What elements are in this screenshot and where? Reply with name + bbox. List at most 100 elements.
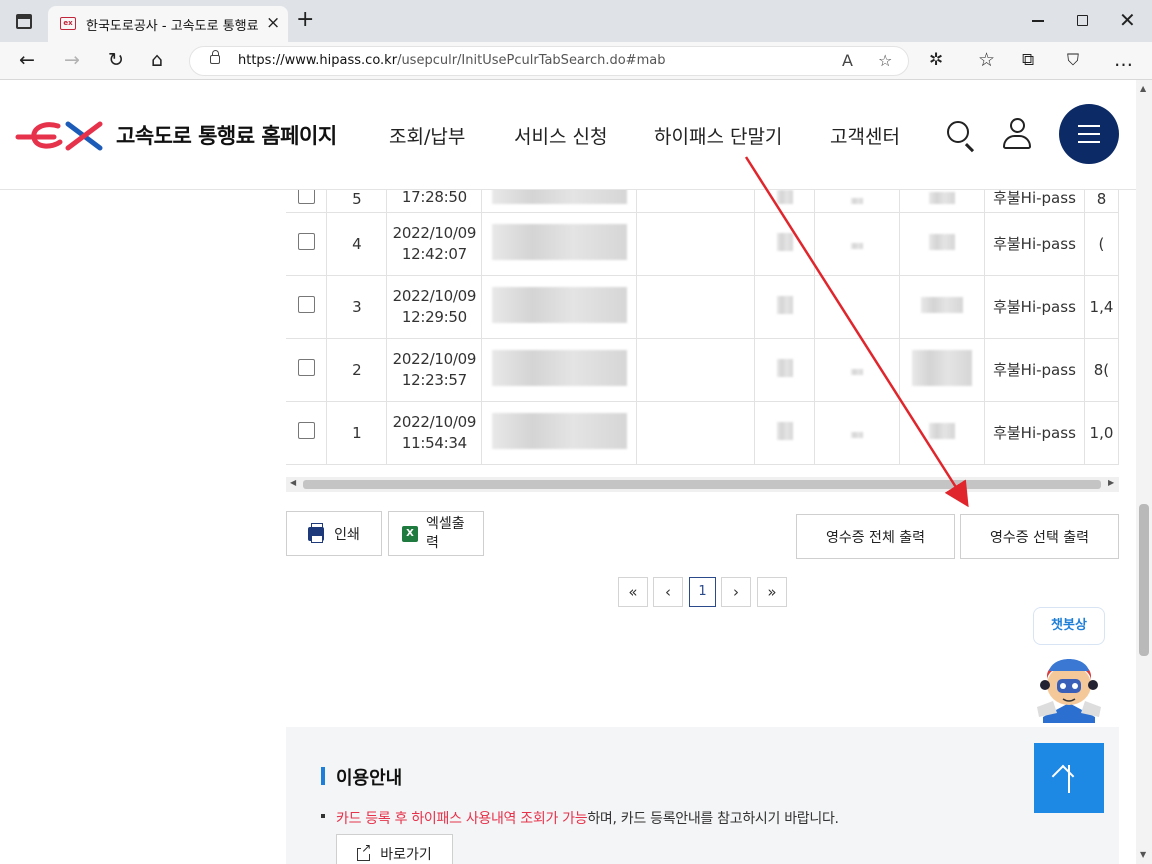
redacted-cell	[929, 191, 956, 204]
redacted-cell	[851, 197, 864, 204]
collections-icon[interactable]: ⧉	[1022, 49, 1034, 71]
redacted-cell	[491, 349, 627, 386]
row-number: 4	[326, 212, 388, 276]
search-icon[interactable]	[947, 121, 969, 143]
row-payment-type: 후불Hi-pass	[984, 401, 1085, 465]
pagination-next-button[interactable]: ›	[721, 577, 751, 607]
more-options-icon[interactable]: …	[1114, 49, 1133, 71]
row-payment-type: 후불Hi-pass	[984, 338, 1085, 402]
row-number: 1	[326, 401, 388, 465]
table-row[interactable]: 5 17:28:50 후불Hi-pass 8	[286, 190, 1119, 213]
new-tab-icon[interactable]: +	[296, 9, 314, 31]
chatbot-mascot-icon[interactable]	[1033, 655, 1105, 723]
row-time: 12:42:07	[401, 244, 467, 263]
receipt-print-all-label: 영수증 전체 출력	[825, 529, 926, 546]
row-amount: 8	[1084, 190, 1119, 213]
redacted-cell	[851, 431, 864, 438]
scroll-to-top-button[interactable]	[1034, 743, 1104, 813]
row-checkbox[interactable]	[297, 422, 315, 439]
excel-export-button[interactable]: X 엑셀출력	[388, 511, 484, 556]
row-amount: 1,0	[1084, 401, 1119, 465]
receipt-print-selected-button[interactable]: 영수증 선택 출력	[960, 514, 1119, 559]
home-icon[interactable]: ⌂	[151, 49, 163, 71]
shield-extension-icon[interactable]: ⛉	[1067, 49, 1079, 71]
row-checkbox[interactable]	[297, 190, 315, 204]
redacted-cell	[776, 358, 793, 377]
browser-titlebar: ex 한국도로공사 - 고속도로 통행료 × + ✕	[0, 0, 1152, 42]
maximize-icon[interactable]	[1077, 15, 1088, 26]
nav-inquiry-payment[interactable]: 조회/납부	[389, 122, 465, 149]
redacted-cell	[776, 421, 793, 440]
redacted-cell	[776, 190, 793, 204]
window-close-icon[interactable]: ✕	[1119, 8, 1136, 32]
site-title[interactable]: 고속도로 통행료 홈페이지	[116, 120, 337, 150]
table-row[interactable]: 1 2022/10/09 11:54:34 후불Hi-pass 1,0	[286, 401, 1119, 465]
pagination-first-button[interactable]: «	[618, 577, 648, 607]
row-time: 17:28:50	[401, 190, 467, 206]
menu-button[interactable]	[1059, 104, 1119, 164]
url-text: https://www.hipass.co.kr/usepculr/InitUs…	[238, 53, 666, 68]
row-checkbox[interactable]	[297, 296, 315, 313]
row-date: 2022/10/09	[392, 412, 477, 431]
table-row[interactable]: 4 2022/10/09 12:42:07 후불Hi-pass (	[286, 212, 1119, 276]
pagination-prev-button[interactable]: ‹	[653, 577, 683, 607]
goto-button[interactable]: 바로가기	[336, 834, 453, 864]
table-row[interactable]: 2 2022/10/09 12:23:57 후불Hi-pass 8(	[286, 338, 1119, 402]
minimize-icon[interactable]	[1032, 20, 1044, 22]
favorite-add-icon[interactable]: ☆	[878, 51, 892, 70]
table-row[interactable]: 3 2022/10/09 12:29:50 후불Hi-pass 1,4	[286, 275, 1119, 339]
favorites-icon[interactable]: ☆	[978, 49, 995, 71]
scrollbar-thumb[interactable]	[303, 480, 1101, 489]
row-time: 12:23:57	[401, 370, 467, 389]
row-checkbox[interactable]	[297, 233, 315, 250]
pagination-last-button[interactable]: »	[757, 577, 787, 607]
nav-hipass-terminal[interactable]: 하이패스 단말기	[654, 122, 782, 149]
redacted-cell	[491, 286, 627, 323]
row-payment-type: 후불Hi-pass	[984, 212, 1085, 276]
external-link-icon	[357, 841, 372, 861]
receipt-print-all-button[interactable]: 영수증 전체 출력	[796, 514, 955, 559]
refresh-icon[interactable]: ↻	[108, 49, 124, 71]
forward-icon[interactable]: →	[64, 49, 80, 71]
row-payment-type: 후불Hi-pass	[984, 190, 1085, 213]
usage-guide-section: 이용안내 카드 등록 후 하이패스 사용내역 조회가 가능하며, 카드 등록안내…	[286, 727, 1119, 864]
scrollbar-thumb[interactable]	[1139, 504, 1149, 656]
redacted-cell	[851, 368, 864, 375]
usage-guide-title: 이용안내	[336, 768, 403, 789]
print-label: 인쇄	[334, 526, 360, 543]
browser-tab[interactable]: ex 한국도로공사 - 고속도로 통행료 ×	[48, 6, 288, 42]
site-favicon-icon: ex	[60, 17, 76, 30]
chatbot-bubble[interactable]: 챗봇상	[1033, 607, 1105, 645]
row-date: 2022/10/09	[392, 286, 477, 305]
redacted-cell	[929, 422, 956, 439]
page-content: 5 17:28:50 후불Hi-pass 8 4 2022/10/09 12:42…	[0, 190, 1136, 864]
usage-table: 5 17:28:50 후불Hi-pass 8 4 2022/10/09 12:42…	[286, 190, 1119, 465]
extensions-icon[interactable]: ✲	[929, 49, 943, 71]
page-vertical-scrollbar[interactable]: ▲ ▼	[1136, 80, 1152, 864]
address-bar[interactable]: https://www.hipass.co.kr/usepculr/InitUs…	[189, 46, 909, 76]
redacted-cell	[851, 242, 864, 249]
redacted-cell	[912, 349, 973, 386]
row-amount: 8(	[1084, 338, 1119, 402]
nav-customer-center[interactable]: 고객센터	[830, 122, 900, 149]
pagination-page-1[interactable]: 1	[689, 577, 716, 607]
nav-service-apply[interactable]: 서비스 신청	[514, 122, 607, 149]
user-icon[interactable]	[1002, 118, 1032, 150]
browser-toolbar: ← → ↻ ⌂ https://www.hipass.co.kr/usepcul…	[0, 42, 1152, 80]
table-horizontal-scrollbar[interactable]: ◀ ▶	[286, 477, 1119, 492]
row-number: 2	[326, 338, 388, 402]
row-number: 5	[326, 190, 388, 213]
read-aloud-icon[interactable]: A	[842, 51, 853, 70]
section-title-marker	[321, 767, 325, 785]
lock-icon[interactable]	[210, 50, 220, 64]
printer-icon	[308, 522, 325, 543]
back-icon[interactable]: ←	[19, 49, 35, 71]
receipt-print-selected-label: 영수증 선택 출력	[989, 529, 1090, 546]
print-button[interactable]: 인쇄	[286, 511, 382, 556]
row-checkbox[interactable]	[297, 359, 315, 376]
tab-close-icon[interactable]: ×	[266, 13, 280, 33]
tab-actions-icon[interactable]	[16, 14, 32, 29]
excel-label: 엑셀출력	[426, 515, 465, 551]
ex-logo-icon[interactable]	[14, 118, 106, 152]
redacted-cell	[776, 295, 793, 314]
